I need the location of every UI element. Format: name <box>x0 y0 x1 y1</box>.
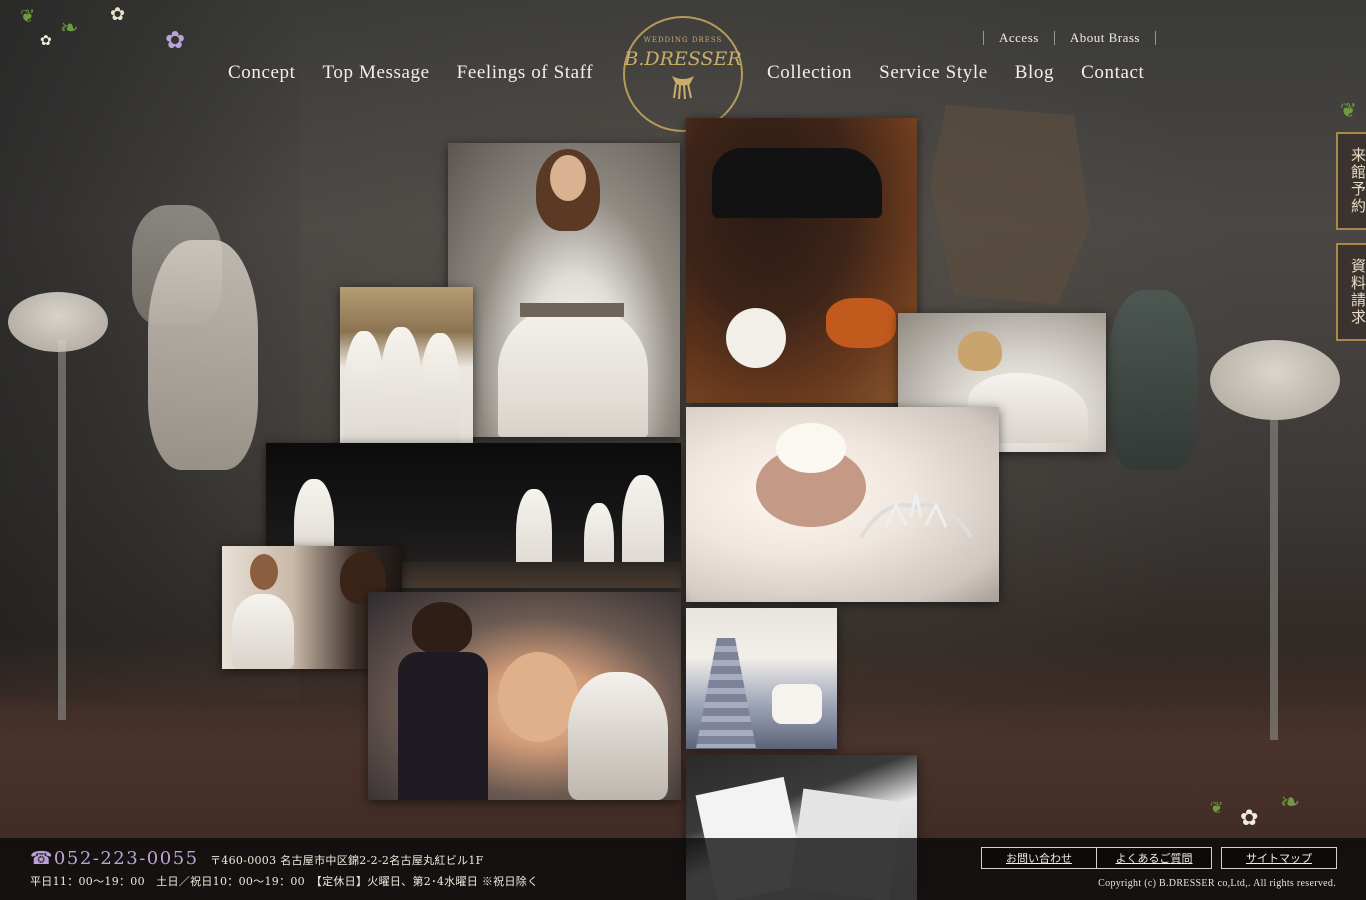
divider <box>1154 31 1156 45</box>
nav-service-style[interactable]: Service Style <box>879 62 988 84</box>
sewing-machine-body <box>712 148 882 218</box>
subnav-access[interactable]: Access <box>999 30 1039 46</box>
rack-dress <box>380 327 422 461</box>
subnav-about-brass[interactable]: About Brass <box>1070 30 1140 46</box>
leaf-icon: ❦ <box>1340 98 1357 122</box>
photo-model-dress[interactable] <box>448 143 680 437</box>
gown-sash <box>520 303 624 317</box>
rack-dress <box>420 333 460 461</box>
bride-head <box>250 554 278 590</box>
logo-wordmark: B.DRESSER <box>624 48 742 70</box>
pillow-flower <box>776 423 846 473</box>
copyright-text: Copyright (c) B.DRESSER co,Ltd,. All rig… <box>1098 878 1336 889</box>
bride-gown <box>568 672 668 800</box>
nav-concept[interactable]: Concept <box>228 62 296 84</box>
model-hair <box>958 331 1002 371</box>
nav-contact[interactable]: Contact <box>1081 62 1144 84</box>
contact-button[interactable]: お問い合わせ <box>981 847 1097 869</box>
pattern-paper-decor <box>930 105 1090 305</box>
mannequin-left-back <box>132 205 222 325</box>
brand-logo[interactable]: WEDDING DRESS B.DRESSER <box>623 16 743 132</box>
leaf-icon: ❦ <box>20 6 36 27</box>
photo-teddy-bear[interactable] <box>368 592 681 800</box>
hat-left <box>8 292 108 352</box>
flower-decor <box>826 298 896 348</box>
visit-reservation-tab[interactable]: 来館予約 <box>1336 132 1366 230</box>
white-chair <box>772 684 822 724</box>
photo-ruffle-dress[interactable] <box>686 608 837 749</box>
photo-sewing-machine[interactable] <box>686 118 917 403</box>
divider <box>983 31 984 45</box>
nav-blog[interactable]: Blog <box>1015 62 1054 84</box>
nav-top-message[interactable]: Top Message <box>323 62 430 84</box>
leaf-icon: ❦ <box>1210 798 1224 817</box>
flower-icon: ✿ <box>1240 806 1259 831</box>
nav-collection[interactable]: Collection <box>767 62 852 84</box>
phone-number[interactable]: ☎052-223-0055 <box>30 848 199 869</box>
photo-dress-rack[interactable] <box>340 287 473 466</box>
model-gown <box>498 303 648 437</box>
ruffle-gown <box>696 638 756 748</box>
thread-spool <box>726 308 786 368</box>
photo-tiara[interactable] <box>686 407 999 602</box>
business-hours: 平日11：00〜19：00 土日／祝日10：00〜19：00 【定休日】火曜日、… <box>30 875 539 888</box>
divider <box>1053 31 1055 45</box>
address-text: 〒460-0003 名古屋市中区錦2-2-2名古屋丸紅ビル1F <box>210 854 484 867</box>
mannequin-right <box>1108 290 1198 470</box>
tassel-icon <box>672 76 694 100</box>
tiara-icon <box>859 492 973 539</box>
background-floor <box>0 640 1366 840</box>
hat-stand-right <box>1270 420 1278 740</box>
logo-tagline: WEDDING DRESS <box>643 36 723 44</box>
leaf-icon: ❧ <box>1280 788 1301 816</box>
nav-feelings-of-staff[interactable]: Feelings of Staff <box>457 62 594 84</box>
main-nav-left: Concept Top Message Feelings of Staff <box>228 62 620 84</box>
model-face <box>550 155 586 201</box>
staff-suit <box>398 652 488 800</box>
flower-icon: ✿ <box>40 33 52 49</box>
flower-icon: ✿ <box>110 4 126 25</box>
sub-nav: Access About Brass <box>968 30 1171 46</box>
faq-button[interactable]: よくあるご質問 <box>1096 847 1212 869</box>
rack-dress <box>344 331 384 461</box>
sitemap-button[interactable]: サイトマップ <box>1221 847 1337 869</box>
main-nav-right: Collection Service Style Blog Contact <box>767 62 1171 84</box>
teddy-bear <box>498 652 578 742</box>
hat-stand-left <box>58 340 66 720</box>
flower-icon: ✿ <box>165 26 186 54</box>
bride-dress <box>232 594 294 669</box>
brochure-request-tab[interactable]: 資料請求 <box>1336 243 1366 341</box>
hat-right <box>1210 340 1340 420</box>
leaf-icon: ❧ <box>60 16 79 41</box>
staff-hair <box>412 602 472 654</box>
